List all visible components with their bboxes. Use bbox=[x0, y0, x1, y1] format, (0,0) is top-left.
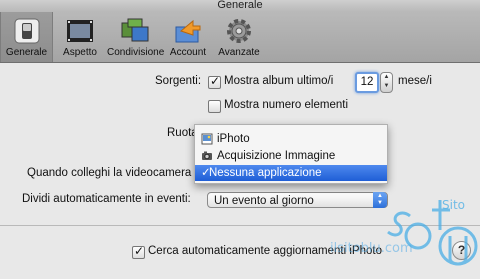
preferences-toolbar: Generale Aspetto Condivisione Account Av… bbox=[0, 12, 480, 63]
camera-app-menu: iPhoto Acquisizione Immagine ✓ Nessuna a… bbox=[194, 124, 388, 184]
tab-aspetto-label: Aspetto bbox=[63, 47, 97, 58]
gear-icon bbox=[225, 17, 253, 48]
tab-avanzate[interactable]: Avanzate bbox=[213, 12, 265, 62]
tab-condivisione-label: Condivisione bbox=[107, 47, 165, 58]
menu-item-iphoto[interactable]: iPhoto bbox=[195, 131, 387, 147]
show-last-album-checkbox[interactable] bbox=[208, 74, 221, 89]
arrow-box-icon bbox=[173, 17, 203, 48]
months-field[interactable]: 12 bbox=[355, 72, 379, 93]
tab-aspetto[interactable]: Aspetto bbox=[53, 12, 107, 62]
menu-item-label: iPhoto bbox=[217, 133, 250, 145]
tab-account-label: Account bbox=[169, 47, 207, 58]
switch-icon bbox=[13, 17, 41, 48]
image-capture-icon bbox=[201, 150, 213, 162]
show-last-album-label: Mostra album ultimo/i bbox=[224, 75, 334, 87]
show-item-count-label: Mostra numero elementi bbox=[224, 99, 348, 111]
events-select[interactable]: Un evento al giorno ▲ ▼ bbox=[207, 192, 388, 208]
watermark-logo: Sito bbox=[380, 196, 480, 274]
watermark-logo-text: Sito bbox=[442, 198, 465, 212]
months-stepper[interactable]: ▲ ▼ bbox=[380, 72, 393, 93]
window-title: Generale bbox=[0, 0, 480, 12]
check-updates-checkbox[interactable] bbox=[132, 244, 145, 259]
tab-condivisione[interactable]: Condivisione bbox=[107, 12, 165, 62]
tab-account[interactable]: Account bbox=[164, 12, 212, 62]
tab-generale-label: Generale bbox=[5, 47, 48, 58]
film-icon bbox=[65, 17, 95, 48]
show-item-count-checkbox[interactable] bbox=[208, 100, 221, 113]
menu-item-image-capture[interactable]: Acquisizione Immagine bbox=[195, 148, 387, 164]
camera-label: Quando colleghi la videocamera bbox=[27, 167, 192, 179]
menu-item-label: Nessuna applicazione bbox=[209, 167, 322, 179]
share-icon bbox=[120, 17, 150, 48]
sources-label: Sorgenti: bbox=[155, 75, 202, 87]
months-unit-label: mese/i bbox=[398, 75, 432, 87]
events-select-value: Un evento al giorno bbox=[214, 195, 314, 207]
events-label: Dividi automaticamente in eventi: bbox=[22, 193, 191, 205]
iphoto-icon bbox=[201, 133, 213, 145]
tab-avanzate-label: Avanzate bbox=[218, 47, 260, 58]
menu-item-no-app[interactable]: ✓ Nessuna applicazione bbox=[195, 165, 387, 181]
tab-generale[interactable]: Generale bbox=[0, 12, 53, 62]
menu-item-label: Acquisizione Immagine bbox=[217, 150, 336, 162]
